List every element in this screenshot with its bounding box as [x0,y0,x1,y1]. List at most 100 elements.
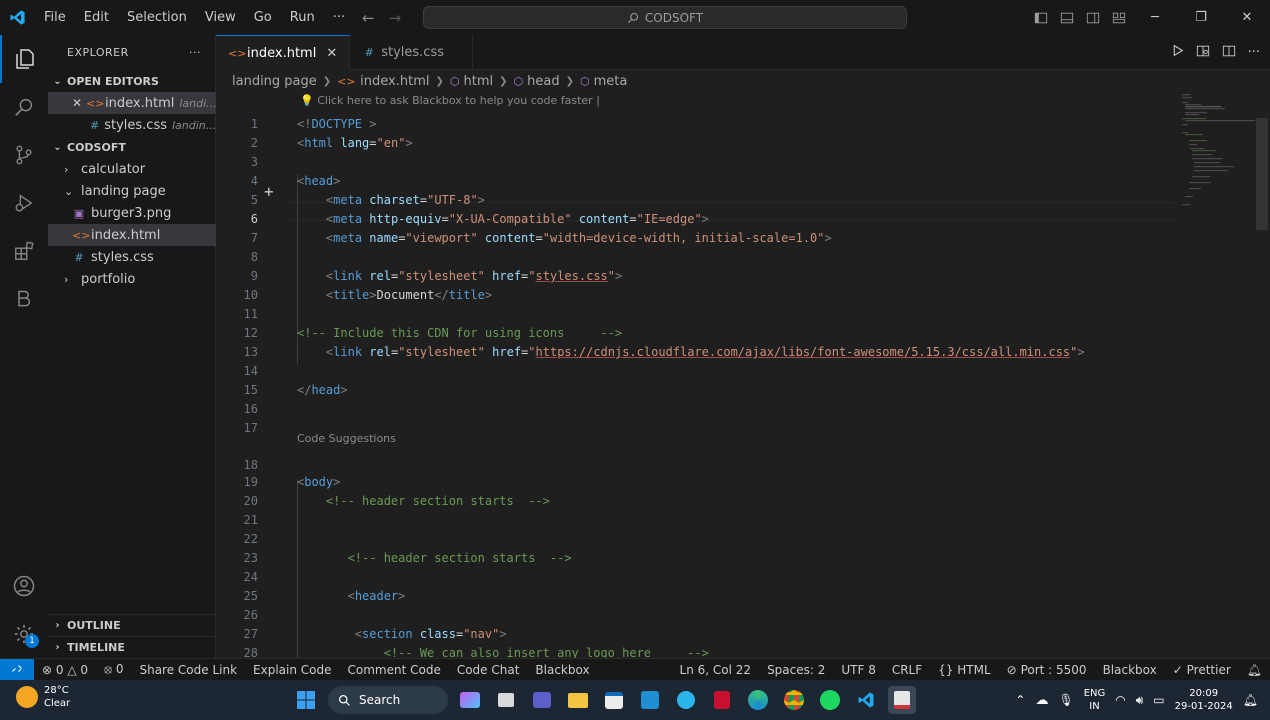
code-line[interactable]: <!-- header section starts --> [297,551,572,565]
menu-view[interactable]: View [196,0,245,35]
tab-styles-css[interactable]: # styles.css [350,35,473,70]
open-editor-styles-css[interactable]: # styles.css landin... [48,114,216,136]
more-actions-icon[interactable]: ··· [1248,45,1260,60]
split-editor-icon[interactable] [1222,44,1236,62]
breadcrumb-item[interactable]: index.html [360,74,429,89]
encoding[interactable]: UTF 8 [833,663,883,677]
code-line[interactable]: <html lang="en"> [297,136,413,150]
vertical-scrollbar[interactable] [1256,118,1268,230]
outline-section[interactable]: › OUTLINE [48,614,216,636]
menu-more[interactable]: ··· [324,0,354,35]
menu-go[interactable]: Go [245,0,281,35]
open-preview-icon[interactable] [1196,44,1210,62]
notifications-bell-icon[interactable]: 🔔︎ [1239,663,1270,677]
timeline-section[interactable]: › TIMELINE [48,636,216,658]
blackbox-status[interactable]: Blackbox [527,663,597,677]
volume-icon[interactable]: 🔊︎ [1136,693,1144,708]
tree-folder-calculator[interactable]: › calculator [48,158,216,180]
run-debug-icon[interactable] [0,179,48,227]
file-explorer-icon[interactable] [564,686,592,714]
tab-index-html[interactable]: <> index.html ✕ [216,35,351,70]
live-server-port[interactable]: ⊘ Port : 5500 [999,663,1095,677]
edge-icon[interactable] [744,686,772,714]
code-line[interactable]: <link rel="stylesheet" href="styles.css"… [297,269,622,283]
comment-code[interactable]: Comment Code [340,663,449,677]
photos-icon[interactable] [672,686,700,714]
code-suggestions-lens[interactable]: Code Suggestions [297,432,396,445]
taskbar-search[interactable]: Search [328,686,448,714]
breadcrumb-item[interactable]: html [463,74,493,89]
close-tab-icon[interactable]: ✕ [326,46,337,61]
weather-widget[interactable]: 28°C Clear [16,684,70,710]
search-icon[interactable] [0,83,48,131]
cursor-position[interactable]: Ln 6, Col 22 [672,663,760,677]
microphone-icon[interactable]: 🎙︎ [1058,693,1073,707]
code-line[interactable]: <!-- We can also insert any logo here --… [297,646,709,658]
minimize-button[interactable]: ─ [1132,0,1178,35]
code-line[interactable]: <link rel="stylesheet" href="https://cdn… [297,345,1085,359]
customize-layout-icon[interactable] [1106,0,1132,35]
teams-icon[interactable] [528,686,556,714]
menu-selection[interactable]: Selection [118,0,196,35]
blackbox-hint[interactable]: 💡 Click here to ask Blackbox to help you… [300,94,600,107]
end-of-line[interactable]: CRLF [884,663,930,677]
explorer-more-actions[interactable]: ··· [189,46,201,59]
add-comment-icon[interactable]: + [264,184,274,200]
minimap[interactable] [1180,92,1256,222]
tree-folder-landing-page[interactable]: ⌄ landing page [48,180,216,202]
extensions-icon[interactable] [0,227,48,275]
code-line[interactable]: <!-- Include this CDN for using icons --… [297,326,622,340]
tree-file-styles-css[interactable]: # styles.css [48,246,216,268]
run-play-icon[interactable] [1171,44,1184,61]
code-line[interactable]: </head> [297,383,348,397]
wifi-icon[interactable]: ◠ [1115,693,1125,707]
menu-run[interactable]: Run [281,0,324,35]
source-control-icon[interactable] [0,131,48,179]
code-line[interactable]: <head> [297,174,340,188]
code-chat[interactable]: Code Chat [449,663,528,677]
toggle-secondary-sidebar-icon[interactable] [1080,0,1106,35]
back-arrow-icon[interactable]: ← [362,9,375,27]
code-line[interactable]: <!DOCTYPE > [297,117,377,131]
code-line[interactable]: <header> [297,589,406,603]
vscode-taskbar-icon[interactable] [852,686,880,714]
open-editor-index-html[interactable]: ✕ <> index.html landi... [48,92,216,114]
code-editor[interactable]: 💡 Click here to ask Blackbox to help you… [216,92,1270,658]
widgets-icon[interactable] [456,686,484,714]
breadcrumb-item[interactable]: head [527,74,559,89]
forward-arrow-icon[interactable]: → [389,9,402,27]
ports-indicator[interactable]: ⦻ 0 [96,662,131,677]
menu-edit[interactable]: Edit [75,0,118,35]
menu-file[interactable]: File [35,0,75,35]
remote-indicator[interactable] [0,658,34,681]
toggle-primary-sidebar-icon[interactable] [1028,0,1054,35]
explorer-icon[interactable] [0,35,48,83]
chrome-icon[interactable] [780,686,808,714]
tree-file-burger3[interactable]: ▣ burger3.png [48,202,216,224]
prettier-status[interactable]: ✓ Prettier [1165,663,1239,677]
battery-icon[interactable]: ▭ [1153,693,1164,707]
spotify-icon[interactable] [816,686,844,714]
explain-code[interactable]: Explain Code [245,663,339,677]
start-windows-icon[interactable] [292,686,320,714]
maximize-button[interactable]: ❐ [1178,0,1224,35]
command-center-search[interactable]: CODSOFT [423,6,907,29]
problems-indicator[interactable]: ⊗ 0 △ 0 [34,663,96,677]
app-icon-blue[interactable] [636,686,664,714]
toggle-panel-icon[interactable] [1054,0,1080,35]
code-line[interactable]: <title>Document</title> [297,288,492,302]
workspace-section[interactable]: ⌄ CODSOFT [48,136,216,158]
blackbox-icon[interactable] [0,275,48,323]
clock[interactable]: 20:09 29-01-2024 [1175,687,1233,713]
store-icon[interactable] [600,686,628,714]
indentation[interactable]: Spaces: 2 [759,663,833,677]
notifications-icon[interactable]: 🔔︎ [1243,693,1258,707]
onedrive-icon[interactable]: ☁ [1035,693,1048,708]
mcafee-icon[interactable] [708,686,736,714]
tree-folder-portfolio[interactable]: › portfolio [48,268,216,290]
breadcrumb-item[interactable]: meta [594,74,628,89]
code-line[interactable]: <meta charset="UTF-8"> [297,193,485,207]
code-line[interactable]: <section class="nav"> [297,627,507,641]
language-mode[interactable]: {} HTML [930,663,999,677]
share-code-link[interactable]: Share Code Link [131,663,245,677]
